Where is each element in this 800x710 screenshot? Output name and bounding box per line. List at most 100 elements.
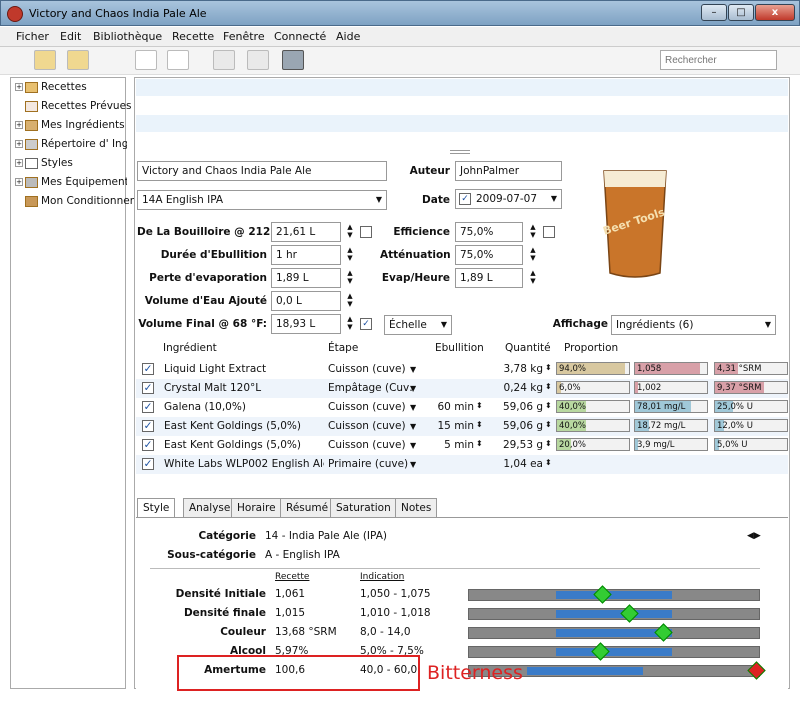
list-row[interactable] [136,79,788,96]
qty-spinner[interactable]: ⬍ [545,439,552,448]
dropdown-arrow-icon[interactable]: ▼ [410,422,416,431]
new-folder-icon[interactable] [34,50,56,70]
add-document-icon[interactable] [135,50,157,70]
table-row[interactable]: ✓ Galena (10,0%) Cuisson (cuve) ▼ 60 min ⬍ 59,… [136,398,788,417]
evap-loss-input[interactable]: 1,89 L [271,268,341,288]
save-all-icon[interactable] [247,50,269,70]
ingredient-checkbox[interactable]: ✓ [142,363,154,375]
sidebar-item-mes-ingredients[interactable]: + Mes Ingrédients [15,119,127,135]
boil-spinner[interactable]: ⬍ [476,420,483,429]
efficiency-checkbox[interactable] [543,226,555,238]
qty-spinner[interactable]: ⬍ [545,363,552,372]
author-input[interactable]: JohnPalmer [455,161,562,181]
ingredient-step[interactable]: Cuisson (cuve) [328,439,413,451]
table-row[interactable]: ✓ Liquid Light Extract Cuisson (cuve) ▼ 3,78… [136,360,788,379]
col-header-boil[interactable]: Ebullition [435,342,484,354]
table-row[interactable]: ✓ White Labs WLP002 English Ale Primaire (… [136,455,788,474]
display-select[interactable]: Ingrédients (6) [611,315,776,335]
ingredient-qty[interactable]: 59,06 g [491,401,543,413]
menu-edit[interactable]: Edit [60,30,81,43]
menu-recette[interactable]: Recette [172,30,214,43]
boil-spinner[interactable]: ⬍ [476,439,483,448]
ingredient-checkbox[interactable]: ✓ [142,420,154,432]
boil-time-input[interactable]: 1 hr [271,245,341,265]
col-header-step[interactable]: Étape [328,342,358,354]
water-added-spinner[interactable]: ▲ ▼ [345,292,355,310]
date-picker[interactable]: 2009-07-07 [455,189,562,209]
expand-icon[interactable]: + [15,83,23,91]
close-button[interactable]: x [755,4,795,21]
tab-notes[interactable]: Notes [395,498,438,518]
col-header-ingredient[interactable]: Ingrédient [163,342,217,354]
ingredient-checkbox[interactable]: ✓ [142,458,154,470]
ingredient-qty[interactable]: 0,24 kg [491,382,543,394]
search-input[interactable] [660,50,777,70]
ingredient-qty[interactable]: 3,78 kg [491,363,543,375]
attenuation-spinner[interactable]: ▲ ▼ [528,246,538,264]
sidebar-item-equipements[interactable]: + Mes Équipements [15,176,127,192]
open-folder-icon[interactable] [67,50,89,70]
boil-time-spinner[interactable]: ▲ ▼ [345,246,355,264]
scale-select[interactable]: Échelle [384,315,452,335]
tab-horaire[interactable]: Horaire [231,498,282,518]
expand-icon[interactable]: + [15,140,23,148]
ingredient-step[interactable]: Cuisson (cuve) [328,420,413,432]
remove-document-icon[interactable] [167,50,189,70]
ingredient-step[interactable]: Empâtage (Cuv… [328,382,413,394]
qty-spinner[interactable]: ⬍ [545,458,552,467]
recipe-name-input[interactable]: Victory and Chaos India Pale Ale [137,161,387,181]
menu-fichier[interactable]: Ficher [16,30,49,43]
menu-aide[interactable]: Aide [336,30,360,43]
list-row[interactable] [136,97,788,114]
expand-icon[interactable]: + [15,178,23,186]
expand-icon[interactable]: + [15,159,23,167]
minimize-button[interactable]: – [701,4,727,21]
tab-analyse[interactable]: Analyse [183,498,237,518]
save-icon[interactable] [213,50,235,70]
dropdown-arrow-icon[interactable]: ▼ [410,403,416,412]
ingredient-boil[interactable]: 5 min [436,439,474,451]
evap-loss-spinner[interactable]: ▲ ▼ [345,269,355,287]
qty-spinner[interactable]: ⬍ [545,420,552,429]
menu-bibliotheque[interactable]: Bibliothèque [93,30,162,43]
nav-arrows-icon[interactable]: ◀▶ [747,531,761,541]
efficiency-input[interactable]: 75,0% [455,222,523,242]
maximize-button[interactable]: □ [728,4,754,21]
final-volume-input[interactable]: 18,93 L [271,314,341,334]
ingredient-boil[interactable]: 15 min [436,420,475,432]
evap-rate-input[interactable]: 1,89 L [455,268,523,288]
menu-fenetre[interactable]: Fenêtre [223,30,265,43]
dropdown-arrow-icon[interactable]: ▼ [410,441,416,450]
tab-saturation[interactable]: Saturation [330,498,397,518]
menu-connecte[interactable]: Connecté [274,30,326,43]
sidebar-item-repertoire[interactable]: +Répertoire d' Ingrédients [15,138,127,154]
ingredient-step[interactable]: Primaire (cuve) [328,458,413,470]
print-icon[interactable] [282,50,304,70]
ingredient-qty[interactable]: 1,04 ea [491,458,543,470]
ingredient-checkbox[interactable]: ✓ [142,439,154,451]
sidebar-item-recettes[interactable]: + Recettes [15,81,127,97]
sidebar-item-conditionnement[interactable]: Mon Conditionnement [25,195,137,211]
boil-size-input[interactable]: 21,61 L [271,222,341,242]
col-header-qty[interactable]: Quantité [505,342,551,354]
ingredient-qty[interactable]: 29,53 g [491,439,543,451]
table-row[interactable]: ✓ Crystal Malt 120°L Empâtage (Cuv… ▼ 0,24 k… [136,379,788,398]
expand-icon[interactable]: + [15,121,23,129]
qty-spinner[interactable]: ⬍ [545,382,552,391]
dropdown-arrow-icon[interactable]: ▼ [410,460,416,469]
style-select[interactable]: 14A English IPA [137,190,387,210]
attenuation-input[interactable]: 75,0% [455,245,523,265]
boil-spinner[interactable]: ⬍ [476,401,483,410]
dropdown-arrow-icon[interactable]: ▼ [410,384,416,393]
sidebar-item-recettes-prevues[interactable]: Recettes Prévues [25,100,137,116]
dropdown-arrow-icon[interactable]: ▼ [410,365,416,374]
qty-spinner[interactable]: ⬍ [545,401,552,410]
ingredient-step[interactable]: Cuisson (cuve) [328,363,413,375]
ingredient-step[interactable]: Cuisson (cuve) [328,401,413,413]
water-added-input[interactable]: 0,0 L [271,291,341,311]
final-volume-checkbox[interactable]: ✓ [360,318,372,330]
ingredient-checkbox[interactable]: ✓ [142,401,154,413]
ingredient-checkbox[interactable]: ✓ [142,382,154,394]
efficiency-spinner[interactable]: ▲ ▼ [528,223,538,241]
date-checkbox[interactable]: ✓ [459,193,471,205]
